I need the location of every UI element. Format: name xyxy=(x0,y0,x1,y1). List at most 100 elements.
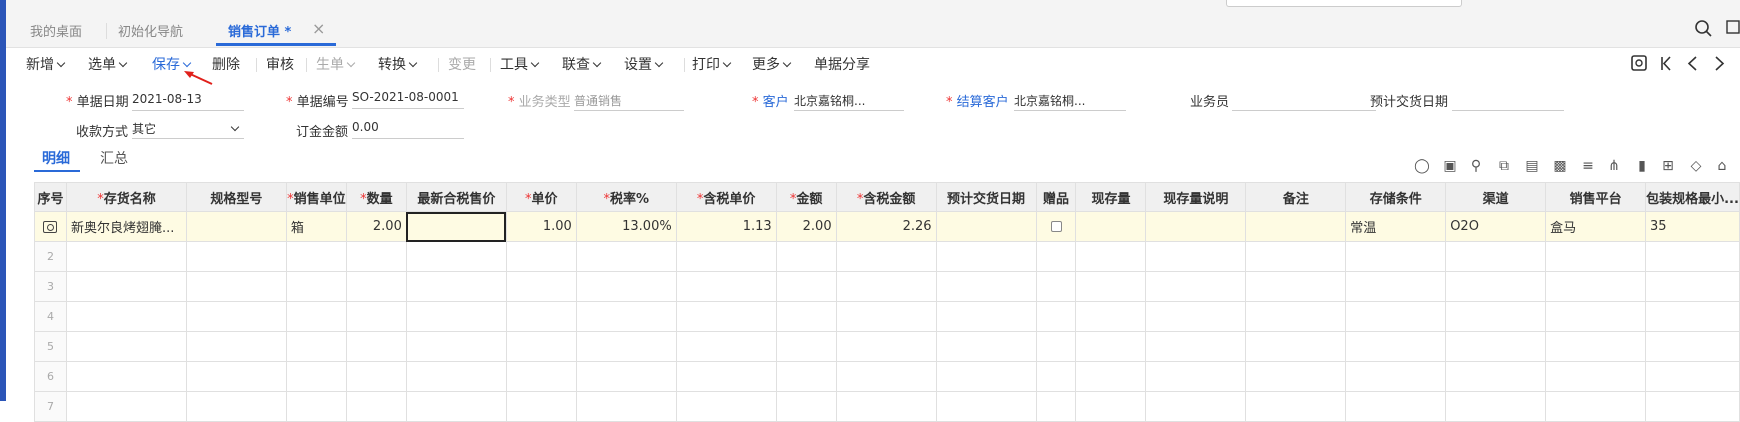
next-record-icon[interactable] xyxy=(1715,56,1725,71)
doc-no-label: * 单据编号 xyxy=(286,95,349,110)
change-button[interactable]: 变更 xyxy=(448,54,476,74)
tools-button[interactable]: 工具 xyxy=(500,54,540,74)
cell-stock[interactable] xyxy=(1075,211,1147,242)
col-header-unit[interactable]: *销售单位 xyxy=(285,182,347,212)
cell-channel[interactable]: O2O xyxy=(1445,211,1547,242)
table-row[interactable]: 4 xyxy=(34,301,1740,332)
col-header-channel[interactable]: 渠道 xyxy=(1445,182,1547,212)
share-bill-button[interactable]: 单据分享 xyxy=(814,54,870,74)
split-icon[interactable]: ⋔ xyxy=(1606,158,1622,174)
cell-unit[interactable]: 箱 xyxy=(285,211,347,242)
location-icon[interactable]: ⚲ xyxy=(1468,158,1484,174)
doc-no-field[interactable]: SO-2021-08-0001 xyxy=(352,89,464,109)
table-row[interactable]: 6 xyxy=(34,361,1740,392)
toolbar-divider xyxy=(684,58,685,72)
tab-desktop[interactable]: 我的桌面 xyxy=(30,21,82,40)
table-row[interactable]: 新奥尔良烤翅腌... 箱 2.00 1.00 13.00% 1.13 2.00 … xyxy=(34,211,1740,242)
bulb-icon[interactable]: ◯ xyxy=(1414,158,1430,174)
table-row[interactable]: 2 xyxy=(34,241,1740,272)
eraser-icon[interactable]: ◇ xyxy=(1688,158,1704,174)
chart-icon[interactable]: ▮ xyxy=(1634,158,1650,174)
cell-tax-price[interactable]: 1.13 xyxy=(675,211,777,242)
paste-icon[interactable]: ▤ xyxy=(1524,158,1540,174)
settle-customer-field[interactable]: 北京嘉铭桐... xyxy=(1014,91,1126,111)
col-header-platform[interactable]: 销售平台 xyxy=(1545,182,1647,212)
tab-summary[interactable]: 汇总 xyxy=(100,148,128,168)
delivery-date-field[interactable] xyxy=(1452,91,1564,111)
tab-sales-order[interactable]: 销售订单 * xyxy=(228,21,291,40)
col-header-price[interactable]: *单价 xyxy=(505,182,577,212)
customer-field[interactable]: 北京嘉铭桐... xyxy=(794,91,904,111)
cell-stock-note[interactable] xyxy=(1145,211,1247,242)
cell-amount[interactable]: 2.00 xyxy=(775,211,837,242)
generate-bill-button[interactable]: 生单 xyxy=(316,54,356,74)
audit-button[interactable]: 审核 xyxy=(266,54,294,74)
cell-tax-rate[interactable]: 13.00% xyxy=(575,211,677,242)
payment-method-select[interactable]: 其它 xyxy=(132,119,244,139)
more-button[interactable]: 更多 xyxy=(752,54,792,74)
doc-date-field[interactable]: 2021-08-13 xyxy=(132,91,244,111)
salesman-field[interactable] xyxy=(1232,91,1376,111)
print-button[interactable]: 打印 xyxy=(692,54,732,74)
col-header-tax-amount[interactable]: *含税金额 xyxy=(835,182,937,212)
cell-latest-price[interactable] xyxy=(405,211,507,242)
col-header-remark[interactable]: 备注 xyxy=(1245,182,1347,212)
cell-pack-spec[interactable]: 35 xyxy=(1645,211,1740,242)
col-header-name[interactable]: *存货名称 xyxy=(65,182,187,212)
select-bill-button[interactable]: 选单 xyxy=(88,54,128,74)
col-header-spec[interactable]: 规格型号 xyxy=(185,182,287,212)
row-settings-icon[interactable] xyxy=(34,211,67,242)
cell-price[interactable]: 1.00 xyxy=(505,211,577,242)
convert-button[interactable]: 转换 xyxy=(378,54,418,74)
cell-qty[interactable]: 2.00 xyxy=(345,211,407,242)
linked-query-button[interactable]: 联查 xyxy=(562,54,602,74)
active-tab-indicator xyxy=(216,43,336,46)
cell-remark[interactable] xyxy=(1245,211,1347,242)
cell-delivery-date[interactable] xyxy=(935,211,1037,242)
search-icon[interactable] xyxy=(1680,18,1740,40)
cell-tax-amount[interactable]: 2.26 xyxy=(835,211,937,242)
cell-name[interactable]: 新奥尔良烤翅腌... xyxy=(65,211,187,242)
prev-record-icon[interactable] xyxy=(1687,56,1697,71)
col-header-qty[interactable]: *数量 xyxy=(345,182,407,212)
customer-label[interactable]: * 客户 xyxy=(752,91,789,110)
biz-type-field: 普通销售 xyxy=(574,91,684,111)
gift-checkbox[interactable] xyxy=(1035,211,1077,242)
col-header-latest-price[interactable]: 最新合税售价 xyxy=(405,182,507,212)
batch-edit-icon[interactable]: ≡ xyxy=(1580,158,1596,174)
locate-icon[interactable] xyxy=(1631,55,1647,71)
close-icon[interactable]: × xyxy=(312,19,325,38)
tab-init-nav[interactable]: 初始化导航 xyxy=(118,21,183,40)
col-header-tax-price[interactable]: *含税单价 xyxy=(675,182,777,212)
image-icon[interactable]: ▩ xyxy=(1552,158,1568,174)
col-header-stock[interactable]: 现存量 xyxy=(1075,182,1147,212)
home-icon[interactable]: ⌂ xyxy=(1714,158,1730,174)
first-record-icon[interactable] xyxy=(1661,56,1671,71)
col-header-gift[interactable]: 赠品 xyxy=(1035,182,1077,212)
new-button[interactable]: 新增 xyxy=(26,54,66,74)
top-search-box[interactable] xyxy=(1226,0,1462,7)
settle-customer-label[interactable]: * 结算客户 xyxy=(946,91,1009,110)
table-row[interactable]: 7 xyxy=(34,391,1740,422)
doc-date-label: * 单据日期 xyxy=(66,95,129,110)
tab-detail[interactable]: 明细 xyxy=(42,148,70,168)
table-row[interactable]: 3 xyxy=(34,271,1740,302)
deposit-field[interactable]: 0.00 xyxy=(352,119,464,139)
col-header-storage[interactable]: 存储条件 xyxy=(1345,182,1447,212)
deposit-label: 订金金额 xyxy=(296,125,349,140)
copy-icon[interactable]: ⧉ xyxy=(1496,158,1512,174)
settings-button[interactable]: 设置 xyxy=(624,54,664,74)
cell-platform[interactable]: 盒马 xyxy=(1545,211,1647,242)
scan-icon[interactable]: ▣ xyxy=(1442,158,1458,174)
col-header-amount[interactable]: *金额 xyxy=(775,182,837,212)
col-header-pack-spec[interactable]: 包装规格最小... xyxy=(1645,182,1740,212)
col-header-stock-note[interactable]: 现存量说明 xyxy=(1145,182,1247,212)
row-number: 7 xyxy=(34,391,67,422)
cell-storage[interactable]: 常温 xyxy=(1345,211,1447,242)
col-header-delivery-date[interactable]: 预计交货日期 xyxy=(935,182,1037,212)
col-header-tax-rate[interactable]: *税率% xyxy=(575,182,677,212)
table-row[interactable]: 5 xyxy=(34,331,1740,362)
grid-layout-icon[interactable]: ⊞ xyxy=(1660,158,1676,174)
cell-spec[interactable] xyxy=(185,211,287,242)
delete-button[interactable]: 删除 xyxy=(212,54,240,74)
